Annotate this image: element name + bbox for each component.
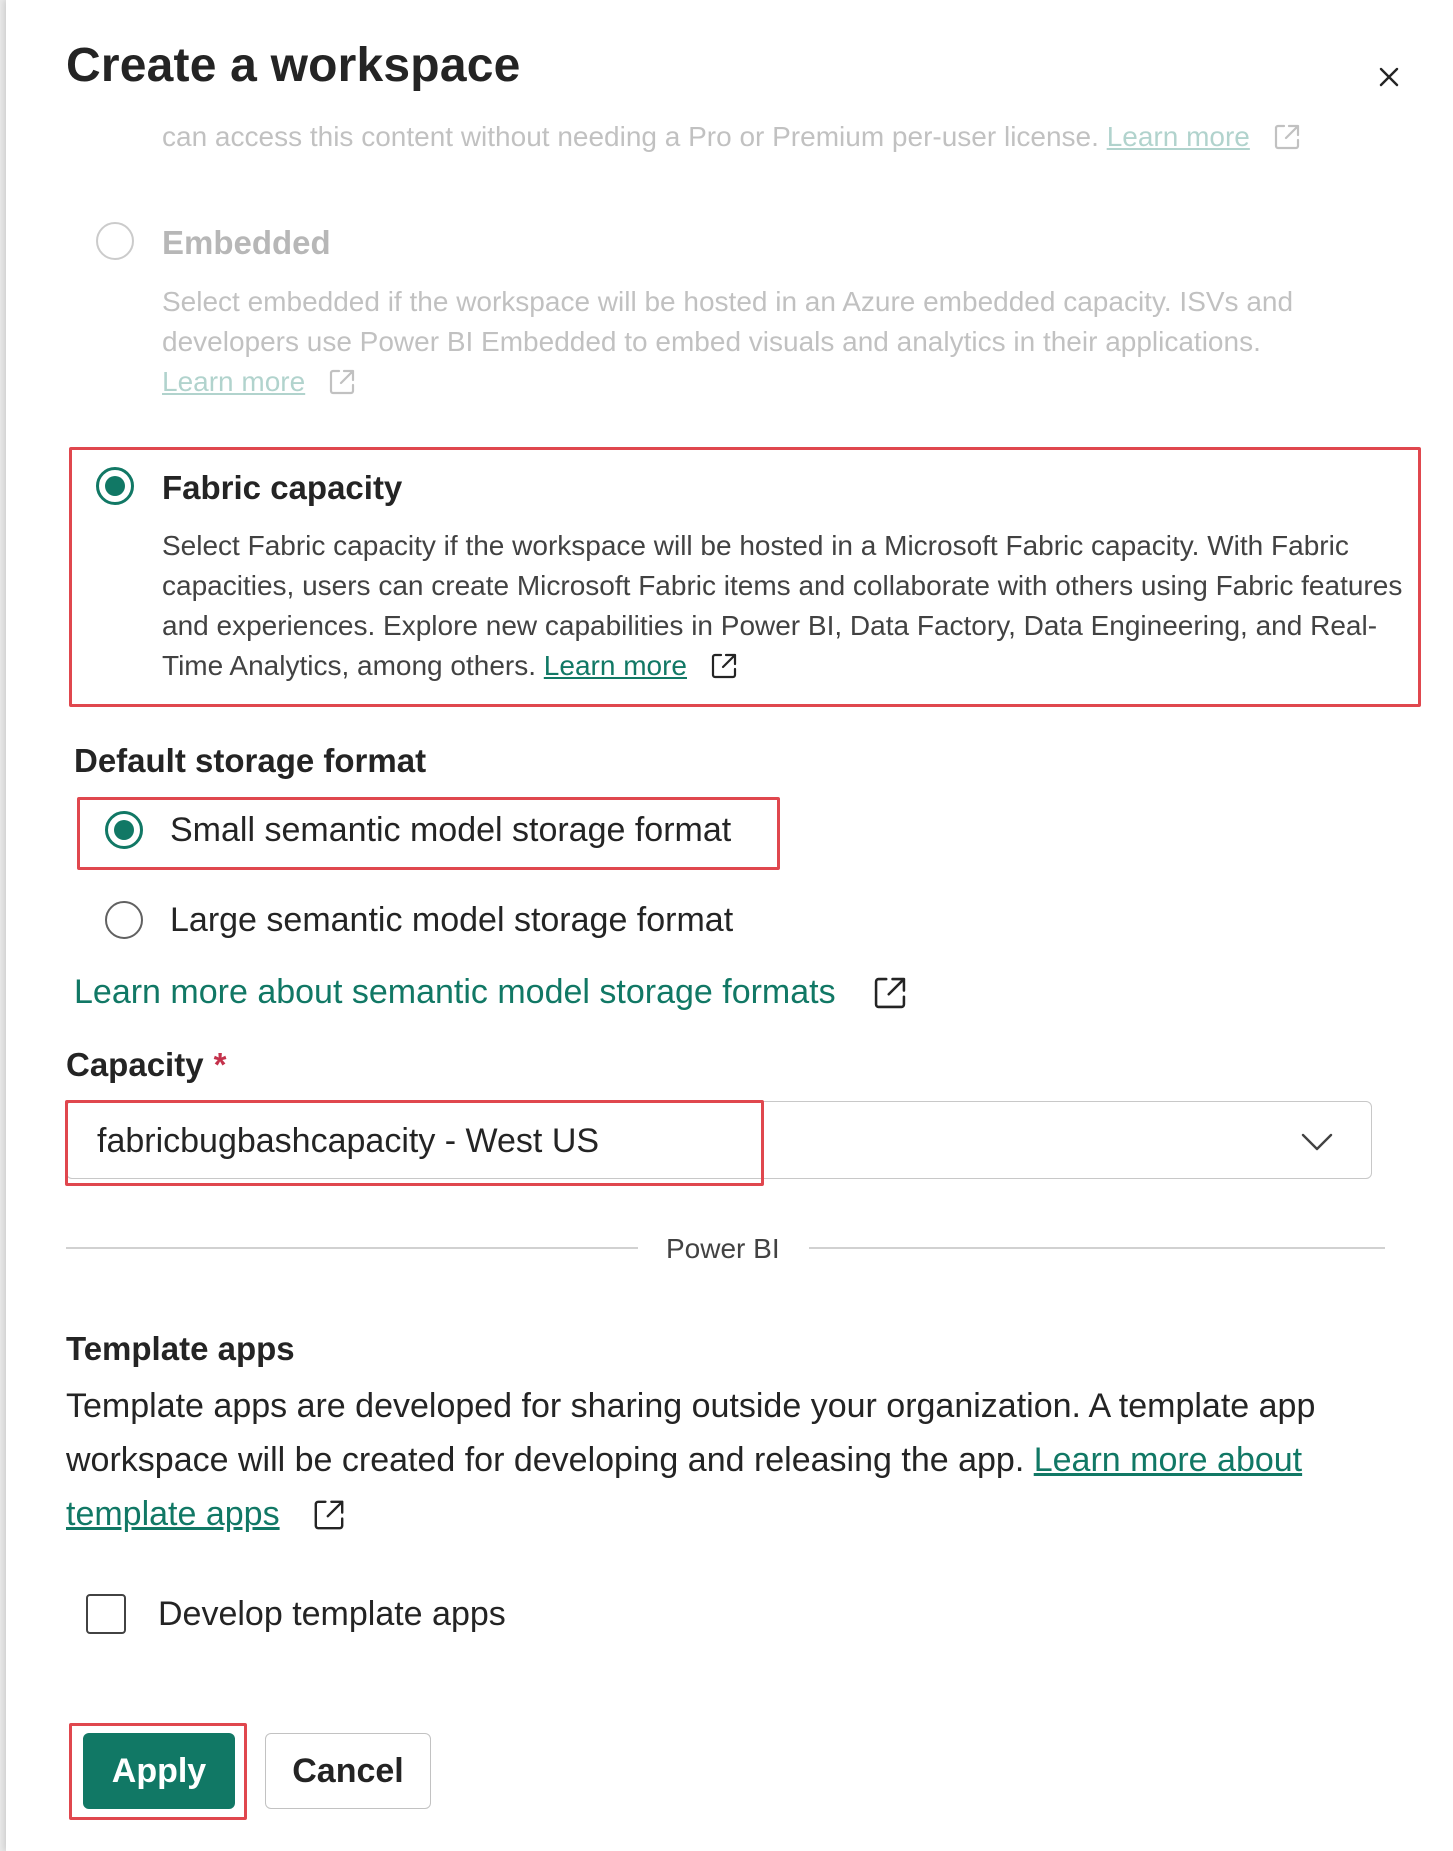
develop-template-apps-checkbox[interactable] <box>86 1594 126 1634</box>
storage-learn-more-link[interactable]: Learn more about semantic model storage … <box>74 973 836 1011</box>
divider-left <box>66 1247 638 1249</box>
divider-right <box>809 1247 1385 1249</box>
embedded-option[interactable] <box>96 222 134 260</box>
pro-license-tail: can access this content without needing … <box>162 117 1392 157</box>
large-storage-option[interactable] <box>105 901 143 939</box>
fabric-learn-more-link[interactable]: Learn more <box>544 650 687 681</box>
template-apps-heading: Template apps <box>66 1330 295 1367</box>
close-icon <box>1379 67 1399 87</box>
apply-button[interactable]: Apply <box>83 1733 235 1809</box>
capacity-label-text: Capacity <box>66 1046 204 1083</box>
capacity-dropdown[interactable]: fabricbugbashcapacity - West US <box>66 1101 1372 1179</box>
external-link-icon <box>709 651 739 681</box>
divider-label: Power BI <box>666 1233 780 1264</box>
external-link-icon <box>327 367 357 397</box>
capacity-label: Capacity * <box>66 1046 226 1084</box>
storage-heading: Default storage format <box>74 742 427 779</box>
small-storage-option[interactable] <box>105 811 143 849</box>
fabric-title: Fabric capacity <box>162 469 403 506</box>
small-storage-label: Small semantic model storage format <box>170 811 732 849</box>
large-storage-label: Large semantic model storage format <box>170 901 734 939</box>
cancel-button[interactable]: Cancel <box>265 1733 431 1809</box>
capacity-selected-value: fabricbugbashcapacity - West US <box>97 1122 600 1160</box>
external-link-icon <box>1272 122 1302 152</box>
small-storage-radio[interactable] <box>105 811 143 849</box>
external-link-icon <box>871 974 909 1012</box>
embedded-learn-more-link[interactable]: Learn more <box>162 366 305 397</box>
embedded-description: Select embedded if the workspace will be… <box>162 282 1392 402</box>
storage-learn-more[interactable]: Learn more about semantic model storage … <box>74 973 909 1012</box>
develop-template-apps-label: Develop template apps <box>158 1595 506 1633</box>
embedded-title: Embedded <box>162 224 331 261</box>
fabric-description: Select Fabric capacity if the workspace … <box>162 526 1412 686</box>
external-link-icon <box>311 1495 347 1531</box>
template-apps-description: Template apps are developed for sharing … <box>66 1379 1386 1541</box>
fabric-description-text: Select Fabric capacity if the workspace … <box>162 530 1403 681</box>
embedded-description-text: Select embedded if the workspace will be… <box>162 286 1294 357</box>
fabric-radio[interactable] <box>96 467 134 505</box>
close-button[interactable] <box>1372 60 1406 94</box>
large-storage-radio[interactable] <box>105 901 143 939</box>
fabric-option[interactable] <box>96 467 134 505</box>
pro-learn-more-link[interactable]: Learn more <box>1107 121 1250 152</box>
required-mark: * <box>213 1046 227 1083</box>
chevron-down-icon <box>1299 1124 1335 1160</box>
embedded-radio[interactable] <box>96 222 134 260</box>
create-workspace-panel: Create a workspace can access this conte… <box>6 0 1453 1851</box>
dialog-title: Create a workspace <box>66 39 521 92</box>
pro-license-tail-text: can access this content without needing … <box>162 121 1099 152</box>
